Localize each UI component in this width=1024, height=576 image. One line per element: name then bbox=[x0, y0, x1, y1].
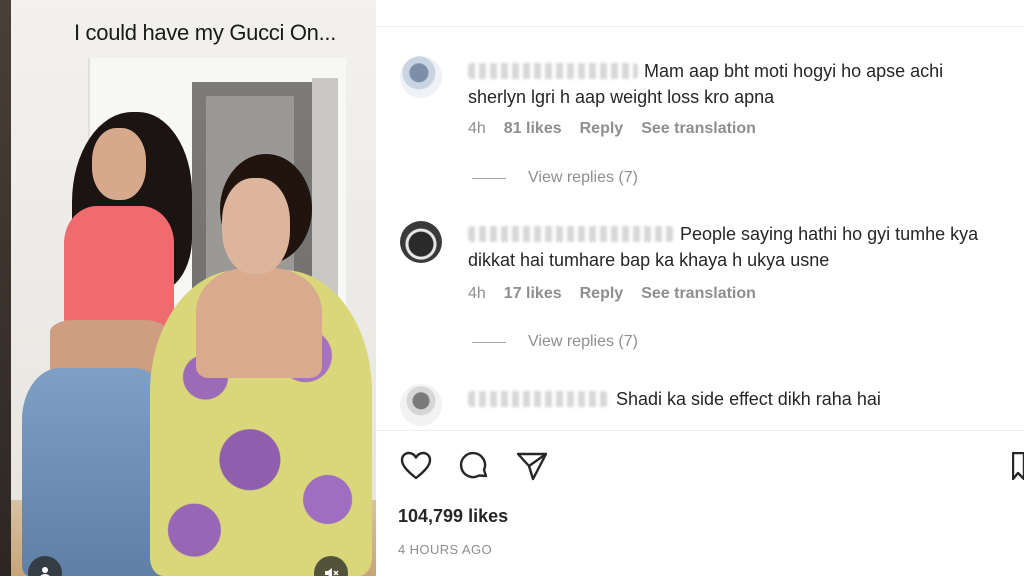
comment-username-blurred[interactable] bbox=[468, 226, 674, 242]
post-timestamp[interactable]: 4 HOURS AGO bbox=[398, 542, 492, 557]
paper-plane-icon bbox=[516, 452, 548, 481]
comment-likes[interactable]: 17 likes bbox=[504, 285, 562, 303]
like-button[interactable] bbox=[398, 448, 434, 484]
heart-icon bbox=[400, 451, 432, 480]
reel-video[interactable]: I could have my Gucci On... bbox=[0, 0, 376, 576]
comment-username-blurred[interactable] bbox=[468, 63, 638, 79]
comment-meta: 4h 81 likes Reply See translation bbox=[468, 120, 756, 138]
comment-time: 4h bbox=[468, 285, 486, 302]
bookmark-icon bbox=[1011, 451, 1024, 481]
view-replies-label: View replies (7) bbox=[528, 333, 638, 350]
comment-time: 4h bbox=[468, 120, 486, 137]
user-tag-icon bbox=[40, 567, 50, 576]
avatar[interactable] bbox=[400, 56, 442, 98]
replies-divider-line bbox=[472, 341, 506, 343]
adjacent-video-edge bbox=[0, 0, 11, 576]
comment-username-blurred[interactable] bbox=[468, 391, 608, 407]
avatar[interactable] bbox=[400, 221, 442, 263]
header-divider bbox=[376, 26, 1024, 27]
avatar[interactable] bbox=[400, 384, 442, 426]
view-replies-label: View replies (7) bbox=[528, 169, 638, 186]
reply-button[interactable]: Reply bbox=[580, 285, 624, 303]
comment-button[interactable] bbox=[456, 448, 492, 484]
speaker-muted-icon bbox=[325, 568, 339, 576]
comment-likes[interactable]: 81 likes bbox=[504, 120, 562, 138]
post-side-panel: Mam aap bht moti hogyi ho apse achi sher… bbox=[376, 0, 1024, 576]
post-likes-count[interactable]: 104,799 likes bbox=[398, 506, 508, 527]
actions-divider bbox=[376, 430, 1024, 431]
comment-text: Shadi ka side effect dikh raha hai bbox=[616, 389, 881, 409]
see-translation-button[interactable]: See translation bbox=[641, 285, 756, 303]
save-button[interactable] bbox=[1011, 451, 1024, 485]
see-translation-button[interactable]: See translation bbox=[641, 120, 756, 138]
view-replies-button[interactable]: View replies (7) bbox=[472, 169, 638, 187]
share-button[interactable] bbox=[514, 448, 550, 484]
comment-icon bbox=[459, 451, 488, 479]
reply-button[interactable]: Reply bbox=[580, 120, 624, 138]
video-caption-text: I could have my Gucci On... bbox=[73, 20, 337, 45]
view-replies-button[interactable]: View replies (7) bbox=[472, 333, 638, 351]
comment-meta: 4h 17 likes Reply See translation bbox=[468, 285, 756, 303]
replies-divider-line bbox=[472, 177, 506, 179]
post-actions-bar bbox=[398, 448, 550, 484]
